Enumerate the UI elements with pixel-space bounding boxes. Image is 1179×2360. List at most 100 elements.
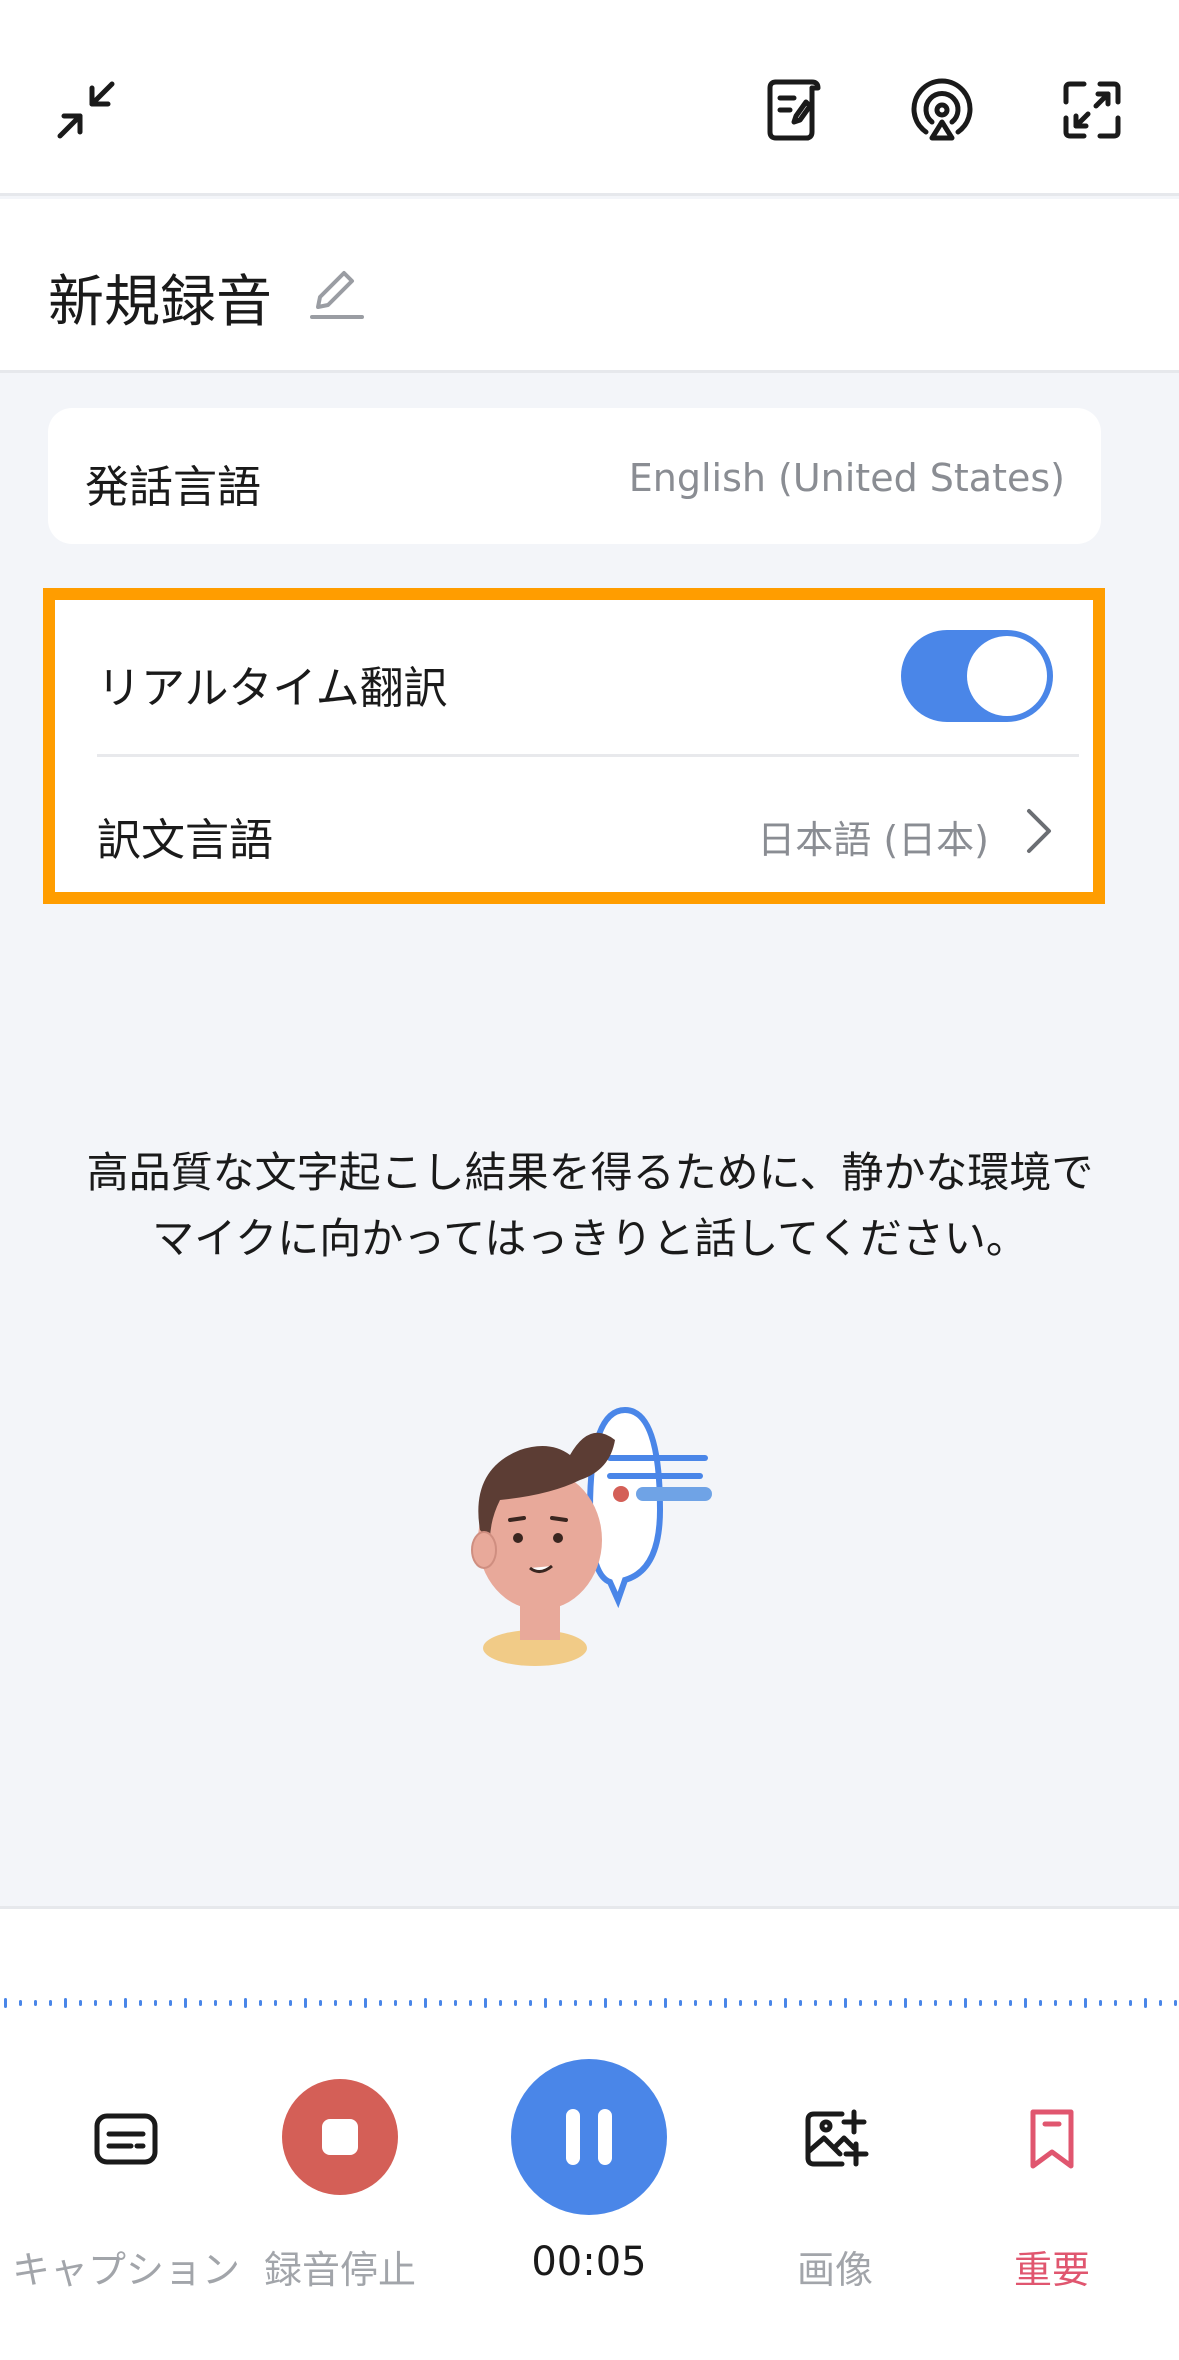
waveform-dot [49,2000,52,2006]
speaker-illustration [460,1400,730,1670]
notes-icon[interactable] [756,72,832,148]
caption-button[interactable]: キャプション [12,2059,240,2319]
waveform-dot [379,2000,382,2006]
waveform-dot [349,2000,352,2006]
waveform-dot [1144,1998,1147,2008]
important-label: 重要 [1013,2248,1090,2292]
waveform-dot [769,2000,772,2006]
waveform-dot [604,1998,607,2008]
stop-recording-button[interactable]: 録音停止 [240,2059,440,2319]
waveform-dot [709,2000,712,2006]
waveform-dot [1054,2000,1057,2006]
realtime-translation-label: リアルタイム翻訳 [97,663,448,714]
expand-icon[interactable] [1054,72,1130,148]
realtime-translation-toggle[interactable] [901,630,1053,722]
waveform-dot [574,2000,577,2006]
waveform-dot [184,1998,187,2008]
target-language-value: 日本語 (日本) [757,818,989,862]
waveform-dot [724,1998,727,2008]
waveform-dot [1039,2000,1042,2006]
waveform-dot [544,1998,547,2008]
stop-icon [282,2079,398,2195]
waveform-dot [394,2000,397,2006]
broadcast-icon[interactable] [904,72,980,148]
waveform-dot [199,2000,202,2006]
waveform-dot [679,2000,682,2006]
waveform-dot [334,2000,337,2006]
top-bar [0,0,1179,196]
waveform-dot [139,2000,142,2006]
waveform-dot [754,2000,757,2006]
edit-icon[interactable] [306,263,366,323]
image-button[interactable]: 画像 [735,2059,935,2319]
speech-language-row[interactable]: 発話言語 English (United States) [48,408,1101,544]
toggle-knob [967,636,1047,716]
waveform-dot [859,2000,862,2006]
recording-controls: キャプション 録音停止 00:05 画像 重要 [0,1906,1179,2360]
waveform-dot [1174,2000,1177,2006]
caption-label: キャプション [11,2248,240,2292]
waveform-dot [634,2000,637,2006]
waveform-dot [4,1998,7,2008]
waveform-dot [214,2000,217,2006]
waveform-dot [844,1998,847,2008]
waveform-dot [244,1998,247,2008]
waveform-dot [1099,2000,1102,2006]
realtime-translation-row: リアルタイム翻訳 [55,600,1093,754]
waveform-dot [484,1998,487,2008]
bookmark-icon [1012,2099,1092,2179]
audio-waveform [4,1998,1177,2008]
waveform-dot [889,2000,892,2006]
waveform-dot [664,1998,667,2008]
waveform-dot [109,2000,112,2006]
target-language-row[interactable]: 訳文言語 日本語 (日本) [55,757,1093,904]
waveform-dot [619,2000,622,2006]
waveform-dot [154,2000,157,2006]
waveform-dot [319,2000,322,2006]
image-label: 画像 [796,2248,873,2292]
waveform-dot [949,2000,952,2006]
waveform-dot [1084,1998,1087,2008]
waveform-dot [829,2000,832,2006]
recording-timer: 00:05 [531,2239,647,2285]
waveform-dot [649,2000,652,2006]
waveform-dot [799,2000,802,2006]
waveform-dot [229,2000,232,2006]
waveform-dot [964,1998,967,2008]
waveform-dot [1069,2000,1072,2006]
waveform-dot [424,1998,427,2008]
add-image-icon [795,2099,875,2179]
speech-language-value: English (United States) [628,456,1065,500]
waveform-dot [64,1998,67,2008]
waveform-dot [919,2000,922,2006]
speech-language-label: 発話言語 [85,462,261,513]
recording-title[interactable]: 新規録音 [48,257,272,338]
waveform-dot [559,2000,562,2006]
waveform-dot [934,2000,937,2006]
waveform-dot [304,1998,307,2008]
waveform-dot [1159,2000,1162,2006]
waveform-dot [1009,2000,1012,2006]
waveform-dot [79,2000,82,2006]
waveform-dot [994,2000,997,2006]
waveform-dot [364,1998,367,2008]
waveform-dot [169,2000,172,2006]
waveform-dot [784,1998,787,2008]
target-language-label: 訳文言語 [97,815,273,866]
waveform-dot [1024,1998,1027,2008]
waveform-dot [34,2000,37,2006]
recording-hint: 高品質な文字起こし結果を得るために、静かな環境でマイクに向かってはっきりと話して… [86,1148,1094,1263]
important-button[interactable]: 重要 [952,2059,1152,2319]
waveform-dot [589,2000,592,2006]
waveform-dot [529,2000,532,2006]
stop-recording-label: 録音停止 [263,2248,416,2292]
collapse-icon[interactable] [48,72,124,148]
translation-settings-card: リアルタイム翻訳 訳文言語 日本語 (日本) [43,588,1105,904]
waveform-dot [874,2000,877,2006]
title-bar: 新規録音 [0,199,1179,373]
waveform-dot [259,2000,262,2006]
waveform-dot [499,2000,502,2006]
waveform-dot [274,2000,277,2006]
pause-button[interactable]: 00:05 [489,2059,689,2319]
waveform-dot [289,2000,292,2006]
